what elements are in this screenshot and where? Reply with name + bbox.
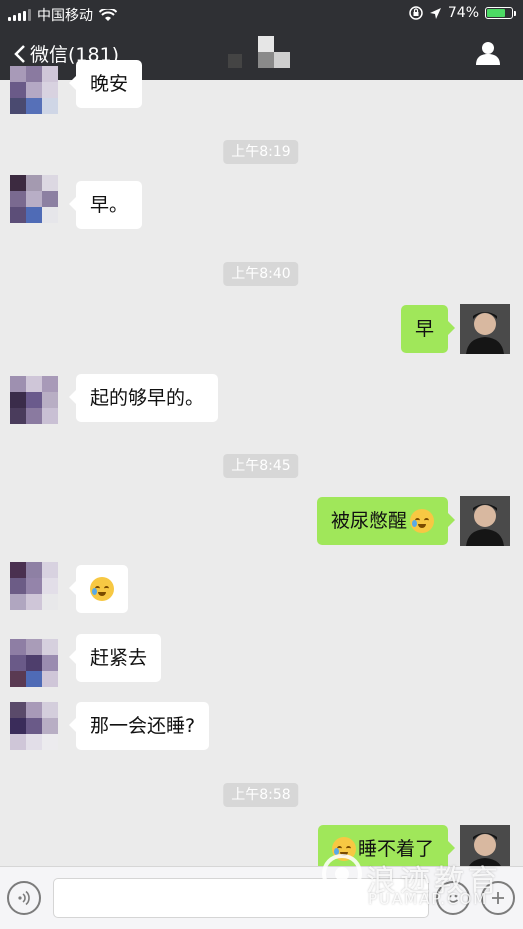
wifi-icon: [99, 8, 117, 21]
plus-icon: [492, 892, 504, 904]
contact-avatar[interactable]: [10, 66, 58, 114]
incoming-message[interactable]: 早。: [68, 181, 143, 229]
contact-avatar[interactable]: [10, 175, 58, 223]
voice-button[interactable]: [7, 881, 41, 915]
timestamp: 上午8:45: [223, 454, 299, 478]
more-button[interactable]: [481, 881, 515, 915]
voice-icon: [18, 890, 30, 906]
contact-avatar[interactable]: [10, 562, 58, 610]
status-bar: 中国移动 74%: [0, 0, 523, 28]
chat-area[interactable]: 晚安 上午8:19 早。 上午8:40 早 起的够早的。 上午8:45 被尿憋醒…: [0, 60, 523, 875]
battery-icon: [485, 7, 516, 19]
crying-laughing-emoji: [410, 509, 434, 533]
location-icon: [429, 7, 441, 19]
message-text: 起的够早的。: [90, 387, 205, 409]
timestamp: 上午8:40: [223, 262, 299, 286]
signal-icon: [8, 9, 31, 21]
user-avatar[interactable]: [460, 496, 510, 546]
outgoing-message[interactable]: 被尿憋醒: [316, 497, 456, 545]
carrier-label: 中国移动: [37, 8, 93, 24]
message-text: 早: [414, 318, 434, 340]
contact-avatar[interactable]: [10, 702, 58, 750]
chevron-left-icon: [14, 44, 25, 63]
timestamp: 上午8:19: [223, 140, 299, 164]
input-bar: [0, 866, 523, 929]
outgoing-message[interactable]: 早: [400, 305, 456, 353]
message-text: 早。: [90, 194, 129, 216]
incoming-message[interactable]: 赶紧去: [68, 634, 162, 682]
incoming-message[interactable]: 那一会还睡?: [68, 702, 210, 750]
message-text: 赶紧去: [90, 647, 148, 669]
chat-title-redacted: [228, 36, 290, 74]
incoming-message[interactable]: 晚安: [68, 60, 143, 108]
emoji-button[interactable]: [436, 881, 470, 915]
message-input[interactable]: [53, 878, 429, 918]
crying-laughing-emoji: [90, 577, 114, 601]
message-text: 那一会还睡?: [90, 715, 196, 737]
profile-icon[interactable]: [475, 40, 501, 66]
incoming-message[interactable]: 起的够早的。: [68, 374, 219, 422]
contact-avatar[interactable]: [10, 376, 58, 424]
battery-percent: 74%: [447, 5, 479, 21]
orientation-lock-icon: [409, 6, 423, 20]
crying-laughing-emoji: [331, 837, 356, 861]
message-text: 被尿憋醒: [330, 510, 407, 532]
contact-avatar[interactable]: [10, 639, 58, 687]
incoming-message[interactable]: [69, 565, 128, 613]
smiley-icon: [447, 894, 459, 903]
timestamp: 上午8:58: [223, 783, 299, 807]
message-text: 晚安: [90, 73, 129, 95]
user-avatar[interactable]: [460, 304, 510, 354]
